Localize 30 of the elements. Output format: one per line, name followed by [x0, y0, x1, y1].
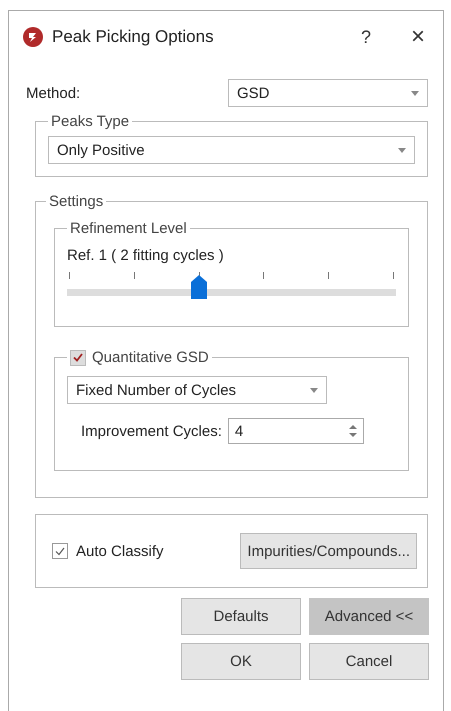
caret-icon: [398, 148, 406, 152]
improvement-cycles-label: Improvement Cycles:: [81, 422, 222, 440]
impurities-button[interactable]: Impurities/Compounds...: [240, 533, 417, 569]
refinement-reading: Ref. 1 ( 2 fitting cycles ): [67, 247, 225, 264]
close-button[interactable]: ×: [410, 23, 425, 51]
group-title: Refinement Level: [69, 220, 188, 237]
caret-icon: [310, 388, 318, 392]
slider-thumb[interactable]: [190, 275, 207, 299]
dialog-button[interactable]: Cancel: [309, 643, 429, 680]
group-title: Settings: [48, 193, 104, 210]
auto-classify-checkbox[interactable]: [52, 543, 68, 559]
improvement-cycles-spinbox[interactable]: 4: [228, 418, 364, 444]
group-title: Quantitative GSD: [92, 349, 209, 366]
method-label: Method:: [26, 84, 80, 102]
cycles-mode-dropdown[interactable]: Fixed Number of Cycles: [67, 376, 327, 404]
method-dropdown[interactable]: GSD: [228, 79, 428, 107]
dialog-button[interactable]: OK: [181, 643, 301, 680]
checkmark-icon: [55, 546, 65, 556]
dialog-button[interactable]: Advanced <<: [309, 598, 429, 635]
dialog-button[interactable]: Defaults: [181, 598, 301, 635]
checkmark-icon: [73, 353, 83, 362]
app-logo-icon: [23, 27, 43, 47]
spin-arrows-icon: [348, 424, 357, 438]
auto-classify-label: Auto Classify: [76, 542, 165, 560]
window-title: Peak Picking Options: [52, 27, 215, 47]
help-button[interactable]: ?: [360, 26, 371, 48]
caret-icon: [411, 90, 419, 96]
peaks-type-dropdown[interactable]: Only Positive: [48, 136, 415, 164]
quantitative-checkbox[interactable]: [70, 350, 86, 366]
group-title: Peaks Type: [50, 113, 130, 130]
